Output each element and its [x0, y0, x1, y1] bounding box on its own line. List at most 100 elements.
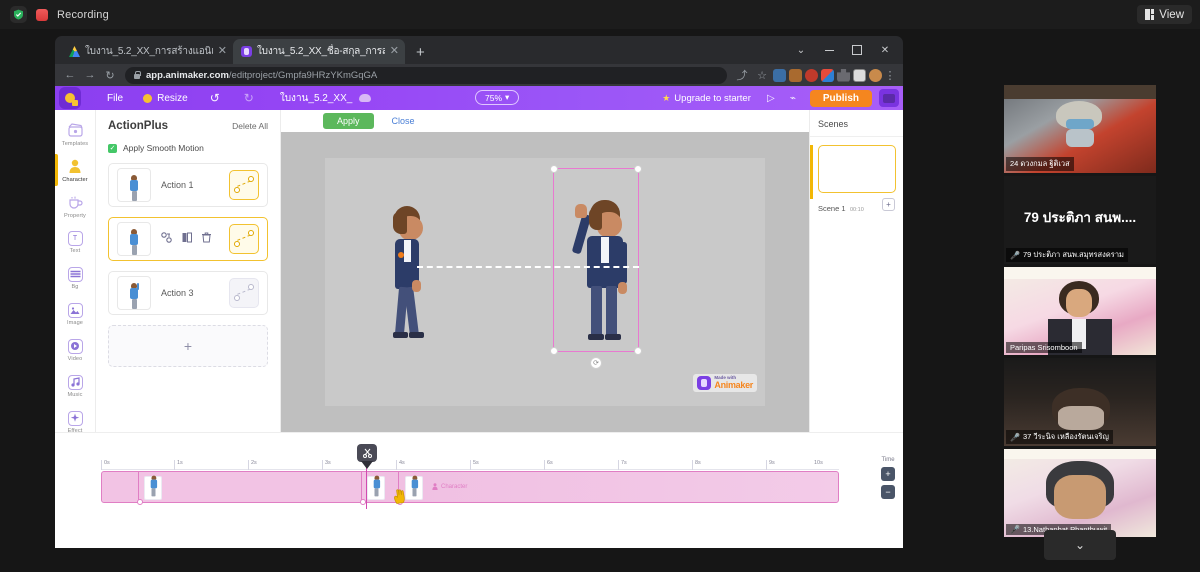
url-path: /editproject/Gmpfa9HRzYKmGqGA	[228, 69, 378, 81]
sidepanel-icon[interactable]	[853, 68, 866, 82]
shield-check-icon[interactable]	[10, 6, 27, 23]
motion-path-button[interactable]	[229, 170, 259, 200]
tab-close-icon[interactable]: ✕	[218, 46, 227, 57]
resize-handle-top-right[interactable]	[634, 165, 642, 173]
account-avatar[interactable]	[879, 89, 899, 107]
browser-tab-2[interactable]: ใบงาน_5.2_XX_ชื่อ-สกุล_การสร้างแอน... ✕	[233, 39, 405, 64]
action-item-2[interactable]	[108, 217, 268, 261]
motion-path-button[interactable]	[229, 224, 259, 254]
upgrade-button[interactable]: ★ Upgrade to starter	[654, 93, 759, 104]
sidebar-item-property[interactable]: Property	[55, 188, 95, 224]
maximize-button[interactable]	[843, 40, 871, 60]
preview-play-icon[interactable]: ▷	[761, 88, 781, 108]
timeline-zoom-in-button[interactable]: +	[881, 467, 895, 481]
forward-icon[interactable]: →	[81, 66, 99, 84]
action-label: Action 3	[161, 288, 194, 298]
browser-tab-1[interactable]: ใบงาน_5.2_XX_การสร้างแอนิเมชั่น_(ปี... ✕	[61, 39, 233, 64]
keyframe-thumbnail[interactable]	[405, 475, 423, 500]
resize-label: Resize	[157, 92, 188, 104]
share-network-icon[interactable]: ⌁	[783, 88, 803, 108]
close-button[interactable]: Close	[392, 116, 415, 126]
add-action-button[interactable]: +	[108, 325, 268, 367]
add-scene-button[interactable]: +	[882, 198, 895, 211]
flip-icon[interactable]	[182, 232, 192, 246]
checkmark-icon[interactable]: ✓	[108, 143, 117, 153]
reload-icon[interactable]: ↻	[101, 66, 119, 84]
sidebar-item-bg[interactable]: Bg	[55, 260, 95, 296]
participant-tile-5[interactable]: 🎤 13.Nathaphat Phanthuwit	[1004, 449, 1156, 537]
address-bar[interactable]: app.animaker.com/editproject/Gmpfa9HRzYK…	[125, 66, 727, 84]
participants-scroll-down-button[interactable]: ⌄	[1044, 530, 1116, 560]
share-icon[interactable]: ⤴	[733, 66, 751, 84]
playhead[interactable]	[357, 444, 377, 509]
tab-title: ใบงาน_5.2_XX_ชื่อ-สกุล_การสร้างแอน...	[257, 46, 385, 57]
zoom-recording-bar: Recording View	[0, 0, 1200, 29]
templates-icon	[67, 122, 84, 139]
sidebar-item-templates[interactable]: Templates	[55, 116, 95, 152]
extension-red-icon[interactable]	[805, 68, 818, 82]
resize-star-icon	[143, 93, 153, 103]
swap-character-icon[interactable]	[161, 232, 172, 246]
close-window-button[interactable]: ✕	[871, 40, 899, 60]
canvas-area[interactable]: ⟳ Made with Animaker	[281, 132, 809, 432]
sidebar-item-character[interactable]: Character	[55, 152, 95, 188]
resize-button[interactable]: Resize	[133, 93, 198, 104]
bookmark-star-icon[interactable]: ☆	[753, 66, 771, 84]
delete-all-button[interactable]: Delete All	[232, 121, 268, 131]
resize-handle-top-left[interactable]	[550, 165, 558, 173]
tab-close-icon[interactable]: ✕	[390, 46, 399, 57]
sidebar-label: Character	[62, 176, 88, 183]
keyframe-thumbnail[interactable]	[367, 475, 385, 500]
record-icon[interactable]	[36, 8, 48, 21]
sidebar-item-image[interactable]: Image	[55, 296, 95, 332]
kebab-menu-icon[interactable]: ⋮	[885, 66, 896, 84]
profile-avatar[interactable]	[869, 68, 882, 82]
timeline-ruler[interactable]: 0s 1s 2s 3s 4s 5s 6s 7s 8s 9s 10s	[101, 460, 839, 470]
ruler-tick: 3s	[322, 460, 331, 470]
undo-icon[interactable]: ↺	[198, 91, 232, 105]
participant-tile-4[interactable]: 🎤 37 วีระนิจ เหลืองรัตนเจริญ	[1004, 358, 1156, 446]
participant-tile-3[interactable]: Paripas Srisomboon	[1004, 267, 1156, 355]
scene-thumbnail[interactable]	[818, 145, 896, 193]
apply-button[interactable]: Apply	[323, 113, 374, 129]
participant-tile-1[interactable]: 24 ดวงกมล ฐิติเวส	[1004, 85, 1156, 173]
timeline-track-character[interactable]: Character	[101, 471, 839, 505]
extension-orange-icon[interactable]	[789, 68, 802, 82]
effect-icon	[67, 410, 83, 426]
back-icon[interactable]: ←	[61, 66, 79, 84]
animaker-logo[interactable]	[59, 87, 81, 109]
zoom-level-selector[interactable]: 75% ▾	[475, 90, 520, 105]
resize-handle-bottom-left[interactable]	[550, 347, 558, 355]
browser-tabstrip: ใบงาน_5.2_XX_การสร้างแอนิเมชั่น_(ปี... ✕…	[55, 36, 903, 64]
sidebar-item-text[interactable]: T Text	[55, 224, 95, 260]
motion-path-button[interactable]	[229, 278, 259, 308]
file-menu[interactable]: File	[97, 93, 133, 104]
action-item-1[interactable]: Action 1	[108, 163, 268, 207]
new-tab-button[interactable]: +	[416, 45, 425, 60]
sidebar-item-video[interactable]: Video	[55, 332, 95, 368]
redo-icon[interactable]: ↻	[232, 91, 266, 105]
character-left[interactable]	[385, 206, 431, 356]
scissors-icon[interactable]	[357, 444, 377, 462]
keyframe-marker[interactable]	[137, 499, 143, 505]
publish-button[interactable]: Publish	[809, 89, 872, 107]
extension-blue-icon[interactable]	[773, 68, 786, 82]
action-item-3[interactable]: Action 3	[108, 271, 268, 315]
stage[interactable]: ⟳ Made with Animaker	[325, 158, 765, 406]
smooth-motion-row[interactable]: ✓ Apply Smooth Motion	[108, 143, 268, 153]
keyframe-thumbnail[interactable]	[144, 475, 162, 500]
project-name-field[interactable]: ใบงาน_5.2_XX_	[280, 91, 372, 106]
sidebar-item-music[interactable]: Music	[55, 368, 95, 404]
view-button[interactable]: View	[1137, 5, 1192, 24]
extension-multicolor-icon[interactable]	[821, 68, 834, 82]
participant-tile-2[interactable]: 79 ประติภา สนพ.... 🎤 79 ประติภา สนพ.สมุท…	[1004, 176, 1156, 264]
puzzle-icon[interactable]	[837, 68, 850, 82]
tab-search-dropdown-icon[interactable]: ⌄	[787, 40, 815, 60]
scene-name: Scene 1	[818, 204, 846, 213]
character-right[interactable]	[571, 200, 633, 360]
delete-icon[interactable]	[202, 232, 211, 246]
minimize-button[interactable]	[815, 40, 843, 60]
timeline-zoom-out-button[interactable]: −	[881, 485, 895, 499]
resize-handle-bottom-right[interactable]	[634, 347, 642, 355]
mouse-cursor	[392, 487, 409, 508]
